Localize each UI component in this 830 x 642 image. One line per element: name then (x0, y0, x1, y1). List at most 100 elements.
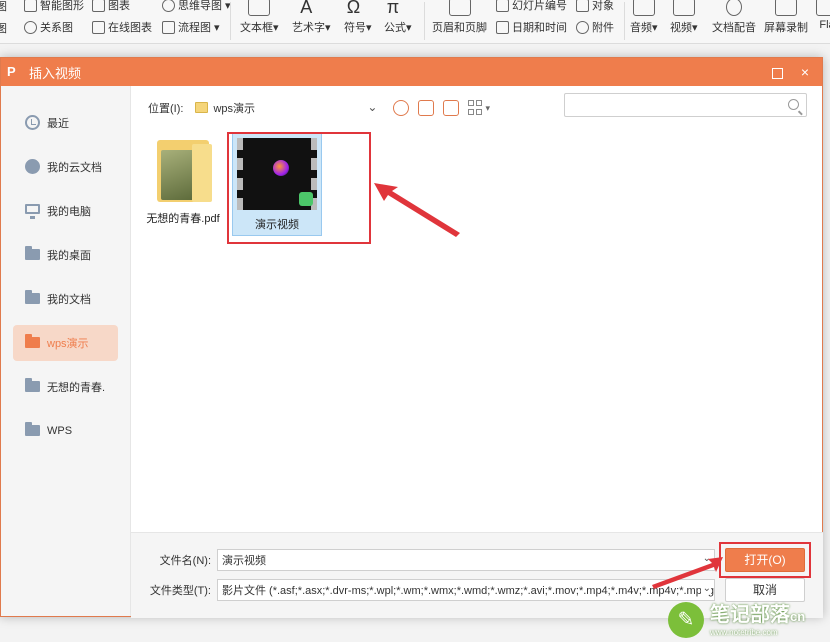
search-box (564, 93, 807, 117)
folder-icon (25, 422, 40, 436)
word-art-icon: A (300, 0, 313, 17)
folder-icon (25, 378, 40, 392)
location-value: wps演示 (213, 103, 256, 115)
wps-logo-icon: P (7, 64, 16, 79)
audio-button[interactable]: 音频▾ (630, 0, 658, 35)
clock-icon (25, 115, 40, 130)
flowchart-button[interactable]: 流程图 ▾ (162, 19, 220, 35)
ribbon-divider (624, 2, 625, 40)
ribbon-divider (424, 2, 425, 40)
speaker-icon (632, 0, 655, 16)
filetype-label: 文件类型(T): (149, 585, 211, 597)
pen-logo-icon: ✎ (668, 602, 704, 638)
dialog-titlebar: P 插入视频 × (1, 58, 822, 86)
omega-icon: Ω (346, 0, 361, 17)
watermark-url: www.notetribe.com (710, 627, 778, 637)
file-item-pdf[interactable]: 无想的青春.pdf (143, 132, 223, 226)
mind-map-icon (162, 0, 175, 12)
relation-chart-button[interactable]: 关系图 (24, 19, 73, 35)
chevron-down-icon: ⌄ (367, 100, 378, 114)
word-art-button[interactable]: A 艺术字▾ (292, 0, 331, 35)
chart-icon (92, 0, 105, 12)
sidebar-item-wps-presentation[interactable]: wps演示 (13, 325, 118, 361)
folder-icon (25, 290, 40, 304)
video-icon (672, 0, 695, 16)
file-name: 无想的青春.pdf (146, 213, 220, 225)
mind-map-button[interactable]: 思维导图 ▾ (162, 0, 231, 13)
location-bar: 位置(I): wps演示 ⌄ ▾ (148, 98, 490, 118)
computer-icon (25, 204, 40, 219)
sidebar-item-wuxiang-folder[interactable]: 无想的青春. (13, 369, 118, 405)
smart-art-button[interactable]: 智能图形 (24, 0, 84, 13)
object-button[interactable]: 对象 (576, 0, 614, 13)
slide-number-button[interactable]: 幻灯片编号 (496, 0, 567, 13)
flash-icon (816, 0, 830, 16)
view-mode-icon[interactable] (468, 100, 483, 116)
cloud-icon (25, 159, 40, 174)
watermark-suffix: cn (790, 608, 806, 624)
sidebar-item-my-computer[interactable]: 我的电脑 (13, 193, 118, 229)
close-button[interactable]: × (796, 63, 814, 81)
online-chart-icon (92, 20, 105, 34)
folder-icon (25, 246, 40, 260)
paperclip-icon (576, 20, 589, 34)
formula-button[interactable]: π 公式▾ (384, 0, 412, 35)
folder-icon (25, 334, 40, 348)
pdf-file-thumbnail (154, 132, 212, 204)
site-watermark: ✎ 笔记部落cn www.notetribe.com (668, 598, 830, 642)
filetype-select[interactable]: 影片文件 (*.asf;*.asx;*.dvr-ms;*.wpl;*.wm;*.… (217, 579, 715, 601)
header-footer-button[interactable]: 页眉和页脚 (432, 0, 487, 35)
search-icon[interactable] (788, 99, 799, 110)
online-chart-button[interactable]: 在线图表 (92, 19, 152, 35)
filename-row: 文件名(N): 演示视频 ⌄ (149, 549, 715, 571)
sidebar-item-wps[interactable]: WPS (13, 413, 118, 449)
smart-art-icon (24, 0, 37, 12)
dialog-title: 插入视频 (29, 65, 82, 81)
textbox-icon (248, 0, 271, 16)
annotation-highlight-box (227, 132, 371, 244)
ribbon-divider (230, 2, 231, 40)
flowchart-icon (162, 20, 175, 34)
sidebar-item-desktop[interactable]: 我的桌面 (13, 237, 118, 273)
video-button[interactable]: 视频▾ (670, 0, 698, 35)
sidebar-item-cloud-docs[interactable]: 我的云文档 (13, 149, 118, 185)
date-time-button[interactable]: 日期和时间 (496, 19, 567, 35)
screen-record-button[interactable]: 屏幕录制 (764, 0, 808, 35)
filetype-row: 文件类型(T): 影片文件 (*.asf;*.asx;*.dvr-ms;*.wp… (149, 579, 715, 601)
nav-buttons: ▾ (393, 100, 490, 116)
filename-label: 文件名(N): (159, 555, 211, 567)
ribbon-cut-item-2[interactable]: 图 (0, 20, 7, 36)
ribbon-toolbar: 图 图 智能图形 关系图 图表 在线图表 思维导图▾ 流程图▾ 文本框▾ A艺术… (0, 0, 830, 44)
new-folder-icon[interactable] (443, 100, 460, 116)
annotation-arrow (652, 557, 723, 589)
open-button[interactable]: 打开(O) (725, 548, 805, 572)
sidebar-item-recent[interactable]: 最近 (13, 105, 118, 141)
relation-chart-icon (24, 20, 37, 34)
textbox-button[interactable]: 文本框▾ (240, 0, 279, 35)
places-sidebar: 最近 我的云文档 我的电脑 我的桌面 我的文档 wps演示 无想的青春. WPS (1, 86, 131, 616)
up-folder-icon[interactable] (418, 100, 435, 116)
back-icon[interactable] (393, 100, 410, 116)
slide-number-icon (496, 0, 509, 12)
microphone-icon (726, 0, 742, 16)
sidebar-item-my-documents[interactable]: 我的文档 (13, 281, 118, 317)
view-caret-icon[interactable]: ▾ (485, 103, 490, 114)
folder-icon (195, 102, 209, 113)
search-input[interactable] (565, 94, 775, 116)
location-dropdown[interactable]: wps演示 ⌄ (189, 98, 379, 118)
filename-field[interactable]: 演示视频 ⌄ (217, 549, 715, 571)
screen-record-icon (775, 0, 797, 16)
symbol-button[interactable]: Ω 符号▾ (344, 0, 372, 35)
header-footer-icon (448, 0, 471, 16)
attachment-button[interactable]: 附件 (576, 19, 614, 35)
ribbon-cut-item-1[interactable]: 图 (0, 0, 7, 14)
annotation-arrow (374, 183, 460, 237)
chart-button[interactable]: 图表 (92, 0, 130, 13)
maximize-button[interactable] (768, 63, 786, 81)
insert-video-dialog: P 插入视频 × 最近 我的云文档 我的电脑 我的桌面 我的文档 wps演示 无… (0, 57, 823, 618)
doc-dubbing-button[interactable]: 文档配音 (712, 0, 756, 35)
flash-button[interactable]: Fla (816, 0, 830, 31)
location-label: 位置(I): (148, 103, 184, 115)
calendar-icon (496, 20, 509, 34)
watermark-name: 笔记部落 (710, 603, 790, 626)
